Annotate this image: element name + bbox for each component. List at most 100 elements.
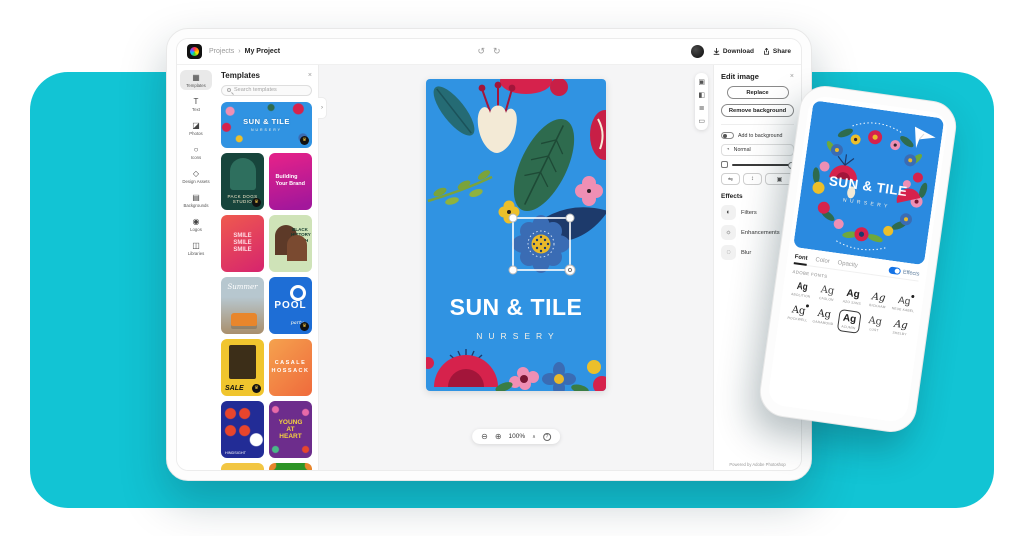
font-option[interactable]: Ag CASLON	[814, 282, 839, 305]
template-grid: PACK DOGS STUDIO ♛ Building Your Brand S…	[221, 153, 312, 470]
sidebar-item-text[interactable]: T Text	[180, 94, 212, 114]
sidebar-item-logos[interactable]: ◉ Logos	[180, 214, 212, 234]
history-controls: ↺ ↻	[477, 46, 500, 57]
templates-panel: Templates × Search templates SUN & TILE …	[215, 65, 319, 470]
chevron-up-icon[interactable]: ∧	[532, 434, 536, 440]
effects-toggle[interactable]	[889, 266, 902, 275]
fill-icon[interactable]: ◧	[698, 91, 705, 99]
premium-dot-icon	[911, 295, 914, 298]
logos-icon: ◉	[193, 217, 200, 226]
panel-collapse-handle[interactable]: ›	[318, 97, 327, 119]
font-name: NEUE KABEL	[891, 306, 914, 313]
close-icon[interactable]: ×	[790, 73, 794, 80]
font-sample: Ag	[868, 315, 883, 328]
template-thumb[interactable]: SALE ♛	[221, 339, 264, 396]
sidebar-item-photos[interactable]: ◪ Photos	[180, 118, 212, 138]
template-thumb[interactable]: POOL party ♛	[269, 277, 312, 334]
zoom-in-icon[interactable]: ⊕	[495, 432, 502, 441]
font-option[interactable]: Ag AZO SANS	[840, 285, 865, 308]
template-label: YOUNG AT HEART	[275, 419, 305, 440]
template-thumb[interactable]: BLACK HISTORY MONTH	[269, 215, 312, 272]
redo-icon[interactable]: ↻	[493, 46, 501, 57]
top-bar: Projects › My Project ↺ ↻ Download	[177, 39, 801, 65]
template-thumb[interactable]: BIG EVENT	[221, 463, 264, 470]
add-to-background-row: Add to background	[721, 132, 794, 139]
template-thumb[interactable]: Summer	[221, 277, 264, 334]
poster-subtitle: NURSERY	[476, 331, 559, 341]
template-thumb[interactable]: HINDSIGHT	[221, 401, 264, 458]
tab-color[interactable]: Color	[815, 257, 830, 265]
phone-poster[interactable]: SUN & TILE NURSERY	[793, 100, 944, 265]
zoom-level[interactable]: 100%	[509, 433, 526, 440]
tab-font[interactable]: Font	[794, 254, 808, 262]
font-option[interactable]: Ag GARAMOND	[811, 305, 837, 330]
enhancements-label: Enhancements	[741, 230, 780, 236]
add-to-background-toggle[interactable]	[721, 132, 734, 139]
template-thumb[interactable]: JUICE MENU	[269, 463, 312, 470]
flip-vertical-button[interactable]: ↕	[743, 173, 762, 185]
sidebar-item-design-assets[interactable]: ◇ Design Assets	[180, 166, 212, 186]
trash-icon[interactable]: ▭	[698, 117, 705, 125]
zoom-out-icon[interactable]: ⊖	[481, 432, 488, 441]
replace-button[interactable]: Replace	[727, 86, 789, 99]
sidebar-item-libraries[interactable]: ◫ Libraries	[180, 238, 212, 258]
font-option[interactable]: Ag BICKHAM	[866, 289, 891, 312]
left-icon-rail: ▦ Templates T Text ◪ Photos ○ Icons	[177, 65, 215, 470]
marketing-scene: Projects › My Project ↺ ↻ Download	[0, 0, 1024, 536]
font-name: CASLON	[819, 296, 834, 302]
poster-title: SUN & TILE	[450, 294, 583, 320]
template-thumb[interactable]: SMILE SMILE SMILE	[221, 215, 264, 272]
download-button[interactable]: Download	[713, 48, 754, 55]
tab-effects[interactable]: Effects	[889, 266, 920, 277]
font-option[interactable]: Ag SHELBY	[887, 316, 913, 341]
font-option[interactable]: Ag NEUE KABEL	[891, 292, 916, 315]
blend-icon: ◔	[726, 147, 730, 153]
sidebar-item-templates[interactable]: ▦ Templates	[180, 70, 212, 90]
template-thumb[interactable]: PACK DOGS STUDIO ♛	[221, 153, 264, 210]
tab-opacity[interactable]: Opacity	[837, 260, 858, 269]
template-thumb[interactable]: CASALE HOSSACK	[269, 339, 312, 396]
search-input[interactable]: Search templates	[221, 85, 312, 96]
effects-toggle-label: Effects	[903, 269, 920, 277]
blur-label: Blur	[741, 250, 751, 256]
remove-background-button[interactable]: Remove background	[721, 104, 794, 117]
undo-icon[interactable]: ↺	[477, 46, 485, 57]
template-label: SUN & TILE	[243, 117, 290, 126]
font-option[interactable]: Ag ROCKWELL	[785, 302, 811, 327]
template-thumb[interactable]: YOUNG AT HEART	[269, 401, 312, 458]
tablet-device: Projects › My Project ↺ ↻ Download	[166, 28, 812, 481]
share-button[interactable]: Share	[763, 48, 791, 55]
layers-icon[interactable]: ≣	[698, 104, 705, 112]
avatar[interactable]	[691, 45, 704, 58]
phone-poster-artwork: SUN & TILE NURSERY	[793, 100, 944, 265]
font-sample: Ag	[897, 295, 911, 308]
template-thumb[interactable]: Building Your Brand	[269, 153, 312, 210]
canvas-area[interactable]: ›	[319, 65, 713, 470]
transform-buttons: ⇋ ↕ ▣	[721, 173, 794, 185]
font-name: ACUMIN	[841, 324, 856, 330]
sidebar-item-label: Libraries	[188, 251, 204, 256]
font-sample: Ag	[842, 313, 857, 326]
font-option-selected[interactable]: Ag ACUMIN	[836, 309, 862, 334]
libraries-icon: ◫	[192, 241, 200, 250]
font-option[interactable]: Ag LUST	[862, 312, 888, 337]
poster-artwork: SUN & TILE NURSERY	[426, 79, 606, 391]
font-option[interactable]: Ag ABOLITION	[789, 278, 814, 301]
adobe-express-logo-icon[interactable]	[187, 44, 202, 59]
breadcrumb: Projects › My Project	[209, 48, 280, 55]
help-icon[interactable]: ?	[543, 433, 551, 441]
design-poster[interactable]: SUN & TILE NURSERY	[426, 79, 606, 391]
flip-horizontal-button[interactable]: ⇋	[721, 173, 740, 185]
breadcrumb-projects[interactable]: Projects	[209, 48, 234, 55]
opacity-slider[interactable]	[732, 164, 794, 166]
sidebar-item-icons[interactable]: ○ Icons	[180, 142, 212, 162]
search-placeholder: Search templates	[234, 87, 277, 93]
template-thumb-sun-tile[interactable]: SUN & TILE NURSERY ♛	[221, 102, 312, 148]
media-icon[interactable]: ▣	[698, 78, 705, 86]
close-icon[interactable]: ×	[308, 72, 312, 79]
sidebar-item-backgrounds[interactable]: ▤ Backgrounds	[180, 190, 212, 210]
breadcrumb-current: My Project	[245, 48, 280, 55]
template-label: SALE	[225, 385, 244, 392]
sidebar-item-label: Logos	[190, 227, 202, 232]
blend-mode-dropdown[interactable]: ◔ Normal	[721, 144, 794, 156]
